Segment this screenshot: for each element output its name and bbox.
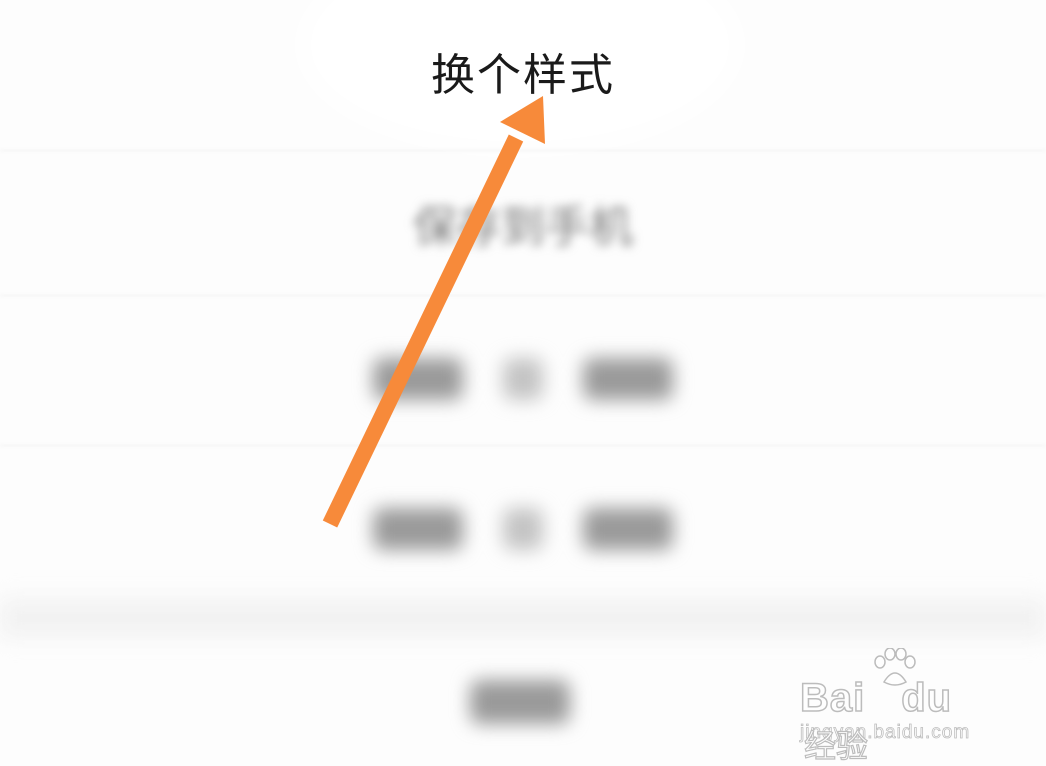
cancel-option-blurred[interactable]	[470, 680, 570, 724]
save-to-phone-option[interactable]: 保存到手机	[0, 198, 1046, 258]
divider	[0, 295, 1046, 296]
divider	[0, 150, 1046, 151]
divider	[0, 445, 1046, 446]
change-style-option[interactable]: 换个样式	[0, 46, 1046, 106]
blurred-separator	[503, 358, 543, 400]
blurred-label	[583, 508, 673, 550]
blurred-label	[373, 508, 463, 550]
baidu-jingyan-watermark: Bai du 经验 jingyan.baidu.com	[799, 648, 990, 766]
share-option-blurred-1[interactable]	[0, 358, 1046, 400]
share-option-blurred-2[interactable]	[0, 508, 1046, 550]
blurred-separator	[503, 508, 543, 550]
section-gap	[0, 598, 1046, 638]
blurred-label	[583, 358, 673, 400]
share-options-sheet: 换个样式 保存到手机 Bai du 经验 jingyan.baidu.com	[0, 0, 1046, 766]
paw-icon	[874, 648, 916, 686]
watermark-chinese-text: 经验	[803, 726, 869, 765]
blurred-label	[373, 358, 463, 400]
